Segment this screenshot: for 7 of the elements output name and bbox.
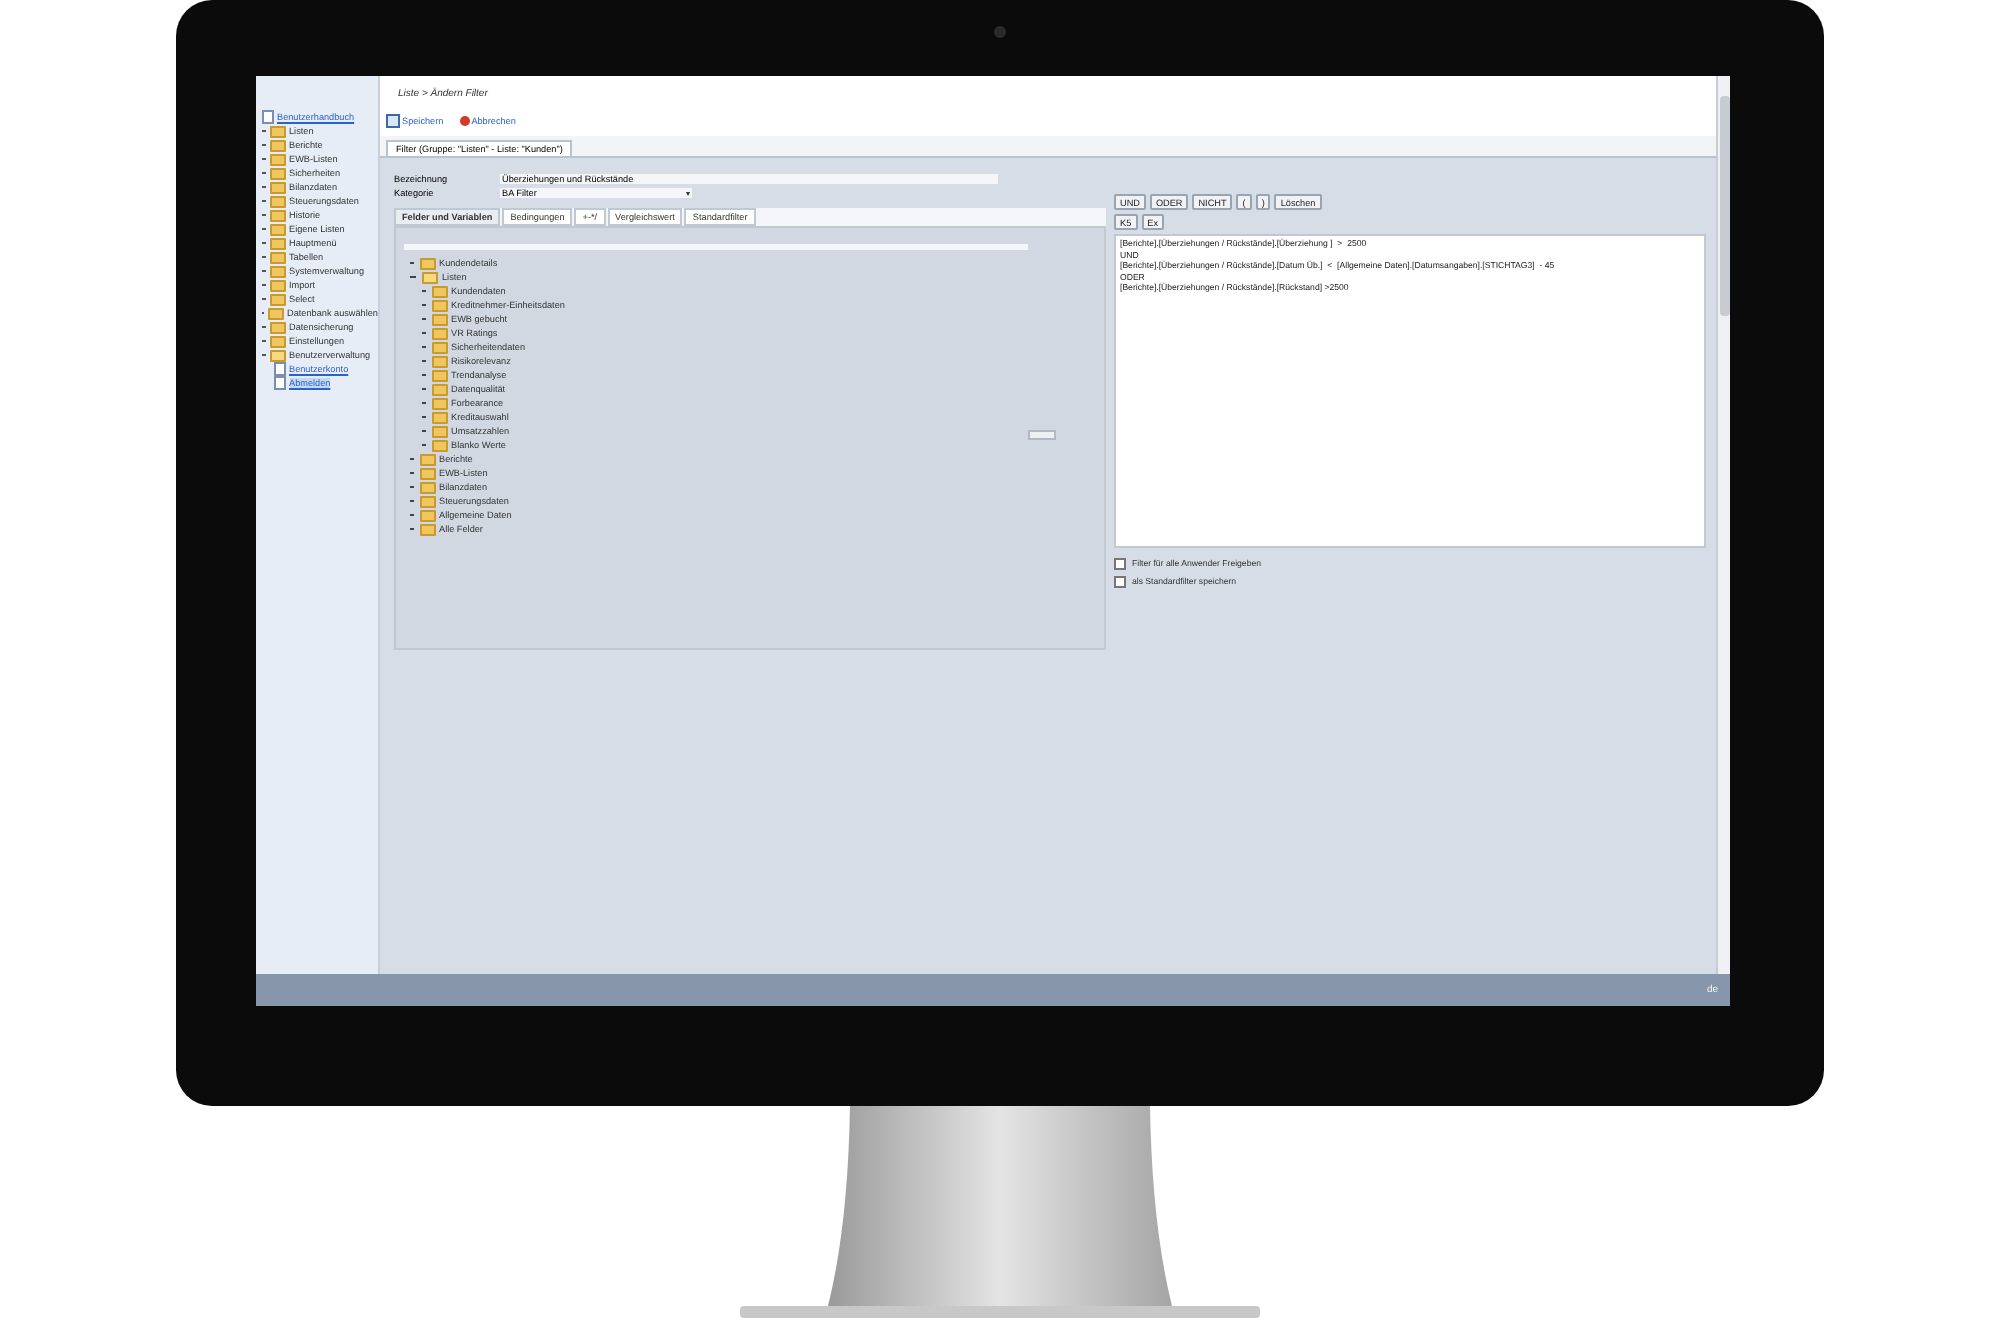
close-icon — [459, 115, 470, 125]
scrollbar[interactable] — [1716, 76, 1730, 974]
checkbox[interactable] — [1114, 557, 1126, 569]
caret-icon — [686, 191, 690, 195]
camera-icon — [994, 26, 1006, 38]
document-icon — [262, 110, 273, 124]
checkbox[interactable] — [1114, 575, 1126, 587]
